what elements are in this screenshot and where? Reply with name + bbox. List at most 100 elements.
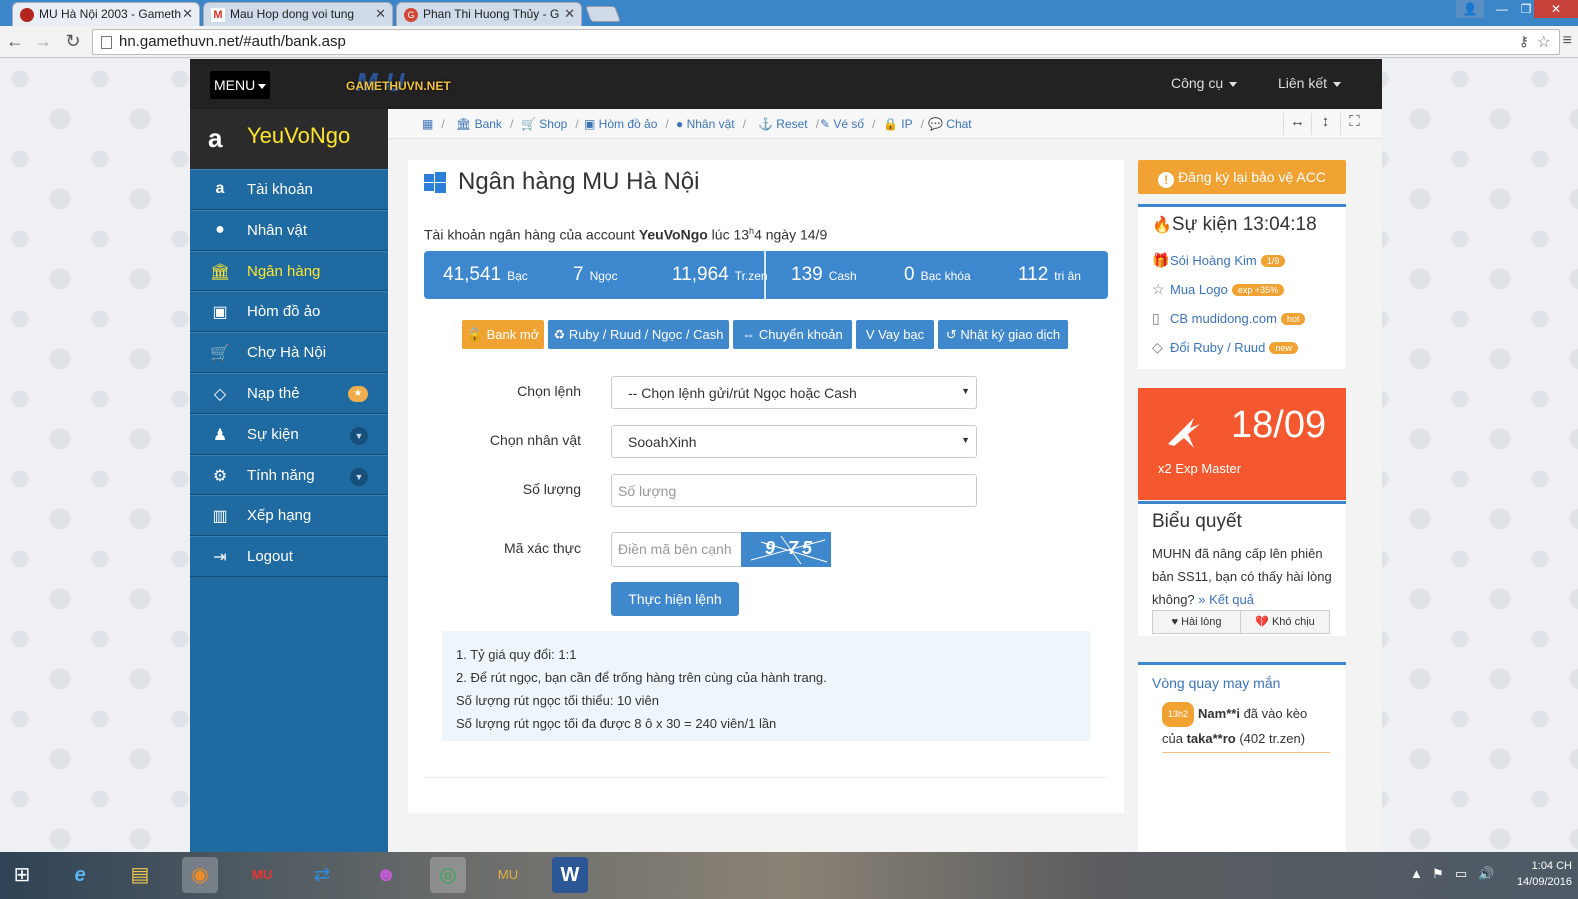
balance-silver: 41,541 Bạc [443, 264, 528, 286]
transaction-log-button[interactable]: ↺ Nhật ký giao dịch [938, 320, 1068, 349]
ruby-exchange-button[interactable]: ♻ Ruby / Ruud / Ngọc / Cash [548, 320, 729, 349]
sidebar-item-logout[interactable]: ⇥ Logout [190, 536, 388, 577]
mu-launcher-icon[interactable]: MU [490, 857, 526, 893]
expand-vertical-icon[interactable]: ↕ [1311, 113, 1339, 135]
breadcrumb: ▦ / 🏛 Bank / 🛒 Shop / ▣ Hòm đồ ảo / ● Nhân v… [388, 109, 1382, 139]
key-icon[interactable]: ⚷ [1519, 33, 1529, 50]
loan-button[interactable]: V Vay bạc [856, 320, 934, 349]
lucky-wheel-title[interactable]: Vòng quay may mắn [1152, 675, 1280, 691]
promo-date: 18/09 [1231, 404, 1327, 446]
close-window-icon[interactable]: ✕ [1534, 0, 1578, 18]
close-tab-icon[interactable]: ✕ [564, 6, 575, 22]
sidebar-item-events[interactable]: ♟ Sự kiện ▼ [190, 413, 388, 455]
back-arrow-icon[interactable]: ← [4, 31, 26, 52]
word-icon[interactable]: W [552, 857, 588, 893]
file-explorer-icon[interactable]: ▤ [122, 857, 158, 893]
fullscreen-icon[interactable]: ⛶ [1340, 113, 1368, 135]
sidebar-item-bank[interactable]: 🏛 Ngân hàng [190, 250, 388, 292]
balance-unit: Tr.zen [734, 269, 768, 283]
sidebar-item-top-up[interactable]: ◇ Nạp thẻ ★ [190, 372, 388, 414]
breadcrumb-ip[interactable]: 🔒 IP / [883, 117, 924, 131]
amount-label: Số lượng [522, 481, 581, 497]
amount-placeholder: Số lượng [618, 483, 677, 499]
breadcrumb-bank[interactable]: 🏛 Bank / [456, 117, 513, 131]
teamviewer-icon[interactable]: ⇄ [304, 857, 340, 893]
event-item[interactable]: 🎁Sói Hoàng Kim 1/9 [1152, 252, 1286, 269]
poll-results-link[interactable]: » Kết quả [1198, 592, 1254, 607]
new-tab-button[interactable] [585, 6, 621, 22]
breadcrumb-chat[interactable]: 💬 Chat [928, 117, 972, 131]
breadcrumb-lottery[interactable]: ✎ Vé số / [820, 117, 875, 131]
reload-icon[interactable]: ↻ [62, 31, 84, 52]
sidebar-item-label: Nhân vật [247, 221, 308, 239]
breadcrumb-character[interactable]: ● Nhân vật / [676, 117, 746, 131]
url-input[interactable]: hn.gamethuvn.net/#auth/bank.asp ⚷ ☆ [92, 29, 1560, 55]
lucky-wheel-card: Vòng quay may mắn 13h2 Nam**i đã vào kèo c… [1138, 662, 1346, 852]
chrome-icon[interactable]: ◎ [430, 857, 466, 893]
expand-horizontal-icon[interactable]: ↔ [1283, 113, 1311, 135]
forward-arrow-icon[interactable]: → [32, 31, 54, 52]
sidebar-item-virtual-chest[interactable]: ▣ Hòm đồ ảo [190, 291, 388, 333]
volume-icon[interactable]: 🔊 [1478, 866, 1494, 882]
captcha-label: Mã xác thực [503, 540, 581, 556]
poll-satisfied-button[interactable]: ♥ Hài lòng [1152, 610, 1241, 634]
poll-no-label: Khó chịu [1271, 616, 1315, 628]
character-select[interactable]: SooahXinh ▼ [611, 425, 977, 458]
menu-toggle-button[interactable]: MENU [210, 71, 271, 99]
browser-tab-strip: MU Hà Nội 2003 - Gameth ✕ M Mau Hop dong… [0, 0, 1578, 26]
dropdown-arrow-icon: ▼ [961, 435, 970, 445]
flag-icon[interactable]: ⚑ [1432, 866, 1444, 882]
tab-title: Mau Hop dong voi tung [230, 7, 355, 21]
show-hidden-icons-icon[interactable]: ▲ [1410, 866, 1423, 881]
captcha-input[interactable]: Điền mã bên cạnh [611, 532, 743, 567]
sidebar-item-market[interactable]: 🛒 Chợ Hà Nội [190, 332, 388, 373]
wheel-text: đã vào kèo [1239, 706, 1308, 721]
browser-tab-gmail[interactable]: M Mau Hop dong voi tung ✕ [203, 2, 393, 26]
chevron-down-icon[interactable]: ▼ [350, 426, 368, 445]
close-tab-icon[interactable]: ✕ [375, 6, 386, 22]
sidebar-item-character[interactable]: ● Nhân vật [190, 209, 388, 251]
user-profile-icon[interactable]: 👤 [1456, 0, 1484, 18]
sidebar-item-label: Nạp thẻ [247, 384, 300, 402]
command-select[interactable]: -- Chọn lệnh gửi/rút Ngọc hoặc Cash ▼ [611, 376, 977, 409]
execute-command-button[interactable]: Thực hiện lệnh [611, 582, 739, 616]
messenger-icon[interactable]: ☻ [368, 857, 404, 893]
firefox-icon[interactable]: ◉ [182, 857, 218, 893]
network-icon[interactable]: ▭ [1455, 866, 1467, 882]
event-item[interactable]: ▯ CB mudidong.com hot [1152, 310, 1306, 327]
windows-start-icon[interactable]: ⊞ [4, 857, 40, 893]
calendar-icon[interactable]: ▦ / [422, 117, 445, 131]
event-item[interactable]: ◇ Đổi Ruby / Ruud new [1152, 339, 1298, 356]
exp-promo-banner[interactable]: 18/09 x2 Exp Master [1138, 388, 1346, 500]
breadcrumb-reset[interactable]: ⚓ Reset / [758, 117, 819, 131]
tools-dropdown[interactable]: Công cụ [1171, 75, 1238, 91]
sidebar-item-account[interactable]: a Tài khoản [190, 169, 388, 210]
poll-unhappy-button[interactable]: 💔 Khó chịu [1240, 610, 1330, 634]
browser-menu-icon[interactable]: ≡ [1563, 32, 1572, 50]
close-tab-icon[interactable]: ✕ [182, 6, 193, 22]
browser-tab-active[interactable]: MU Hà Nội 2003 - Gameth ✕ [12, 2, 200, 26]
transfer-button[interactable]: ⇔ Chuyển khoản [733, 320, 852, 349]
amount-input[interactable]: Số lượng [611, 474, 977, 507]
sidebar-item-ranking[interactable]: ▥ Xếp hạng [190, 495, 388, 537]
sidebar-item-features[interactable]: ⚙ Tính năng ▼ [190, 454, 388, 496]
chevron-down-icon[interactable]: ▼ [350, 467, 368, 486]
internet-explorer-icon[interactable]: e [62, 857, 98, 893]
bookmark-star-icon[interactable]: ☆ [1537, 32, 1551, 52]
event-item[interactable]: ☆ Mua Logo exp +35% [1152, 281, 1285, 298]
links-dropdown[interactable]: Liên kết [1278, 75, 1342, 91]
wheel-amount: (402 [1235, 731, 1266, 746]
register-protection-button[interactable]: ! Đăng ký lại bảo vệ ACC [1138, 160, 1346, 194]
note-line: 2. Để rút ngọc, bạn cần để trống hàng tr… [456, 670, 827, 685]
windows-taskbar: ⊞ e ▤ ◉ MU ⇄ ☻ ◎ MU W ▲ ⚑ ▭ 🔊 1:04 CH 14… [0, 852, 1578, 899]
breadcrumb-shop[interactable]: 🛒 Shop / [521, 117, 579, 131]
android-icon: ♟ [212, 426, 228, 444]
browser-tab-google-plus[interactable]: G Phan Thi Huong Thủy - G ✕ [396, 2, 582, 26]
system-clock[interactable]: 1:04 CH 14/09/2016 [1508, 858, 1572, 890]
breadcrumb-chest[interactable]: ▣ Hòm đồ ảo / [584, 117, 669, 131]
suitcase-icon: ▣ [212, 304, 228, 322]
mu-game-icon[interactable]: MU [244, 857, 280, 893]
gift-icon: 🎁 [1152, 252, 1170, 268]
windows-logo-icon [424, 172, 446, 193]
bank-open-button[interactable]: 🔓 Bank mở [462, 320, 544, 349]
